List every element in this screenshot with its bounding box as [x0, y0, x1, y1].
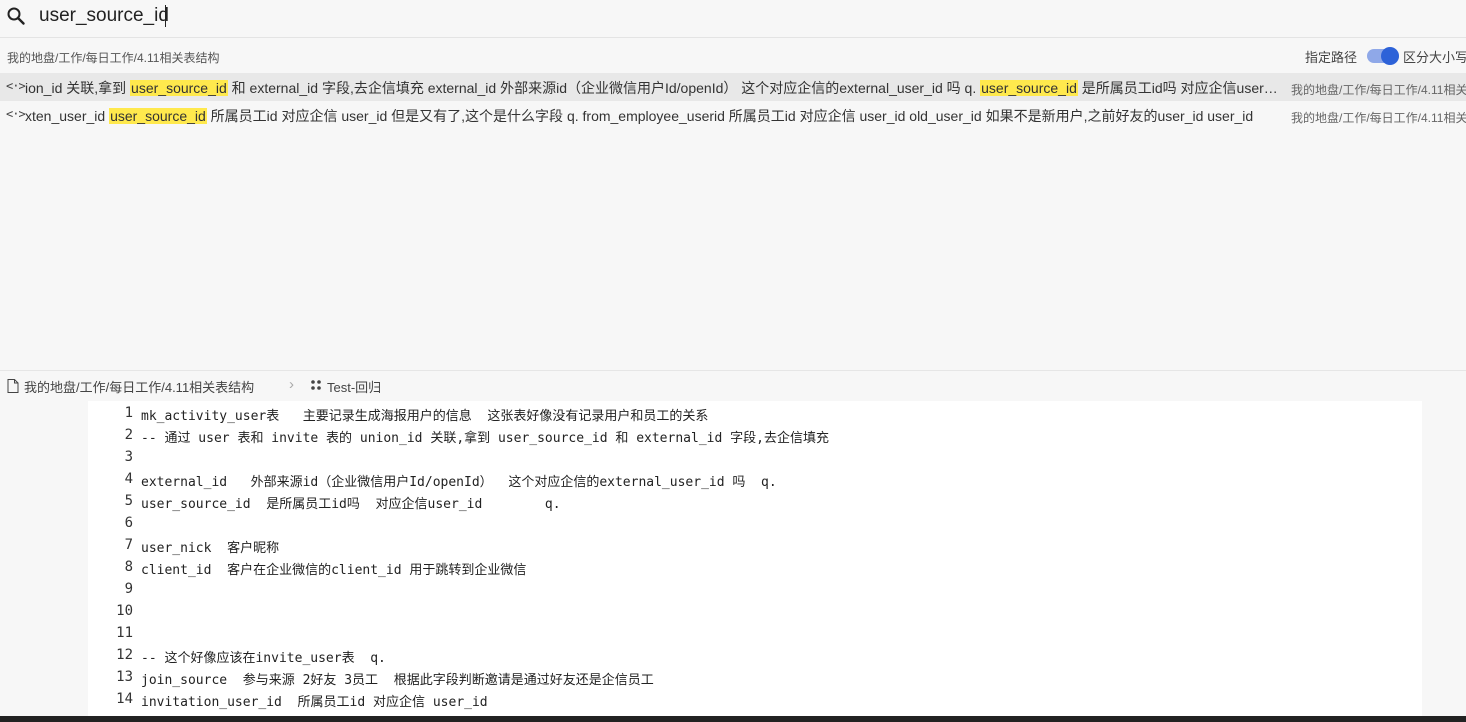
code-line: 11: [88, 621, 1422, 643]
toggle-knob: [1381, 47, 1400, 65]
line-number: 8: [124, 559, 133, 575]
search-results: <·> ion_id 关联,拿到 user_source_id 和 extern…: [0, 73, 1466, 129]
scope-path: 我的地盘/工作/每日工作/4.11相关表结构: [7, 51, 220, 65]
text-caret: [165, 5, 166, 27]
search-icon: [7, 7, 25, 25]
line-number: 10: [116, 603, 133, 619]
document-icon: [7, 379, 19, 393]
code-line: 4 external_id 外部来源id（企业微信用户Id/openId） 这个对…: [88, 467, 1422, 490]
line-number: 7: [124, 537, 133, 553]
case-sensitive-label[interactable]: 区分大小写: [1403, 47, 1466, 66]
line-text: join_source 参与来源 2好友 3员工 根据此字段判断邀请是通过好友还…: [141, 673, 654, 688]
search-input[interactable]: [39, 3, 639, 29]
line-text: invitation_user_id 所属员工id 对应企信 user_id: [141, 695, 488, 710]
code-link-icon: <·>: [6, 79, 26, 93]
code-line: 12 -- 这个好像应该在invite_user表 q.: [88, 643, 1422, 666]
result-snippet: xten_user_id user_source_id 所属员工id 对应企信 …: [25, 108, 1254, 124]
line-number: 4: [124, 471, 133, 487]
line-number: 3: [124, 449, 133, 465]
result-path: 我的地盘/工作/每日工作/4.11相关表结构: [1291, 111, 1466, 125]
code-preview: 1 mk_activity_user表 主要记录生成海报用户的信息 这张表好像没有…: [88, 401, 1422, 722]
line-number: 5: [124, 493, 133, 509]
line-number: 13: [116, 669, 133, 685]
search-scope-row: 我的地盘/工作/每日工作/4.11相关表结构 指定路径 区分大小写: [0, 38, 1466, 72]
breadcrumb-document[interactable]: 我的地盘/工作/每日工作/4.11相关表结构: [24, 377, 254, 396]
line-text: -- 这个好像应该在invite_user表 q.: [141, 651, 386, 666]
line-text: client_id 客户在企业微信的client_id 用于跳转到企业微信: [141, 563, 527, 578]
search-options: 指定路径 区分大小写: [1305, 47, 1466, 65]
specify-path-label: 指定路径: [1305, 49, 1358, 65]
code-line: 14 invitation_user_id 所属员工id 对应企信 user_id: [88, 687, 1422, 710]
specify-path-toggle[interactable]: [1367, 47, 1400, 65]
line-number: 11: [116, 625, 133, 641]
line-text: user_nick 客户昵称: [141, 541, 280, 556]
line-number: 12: [116, 647, 133, 663]
bottom-edge-bar: [0, 716, 1466, 722]
match-highlight: user_source_id: [980, 80, 1078, 96]
code-line: 13 join_source 参与来源 2好友 3员工 根据此字段判断邀请是通过好…: [88, 665, 1422, 688]
line-number: 1: [124, 405, 133, 421]
preview-breadcrumb: 我的地盘/工作/每日工作/4.11相关表结构 › Test-回归: [0, 370, 1466, 398]
result-path: 我的地盘/工作/每日工作/4.11相关表结构: [1291, 83, 1466, 97]
match-highlight: user_source_id: [130, 80, 228, 96]
breadcrumb-block[interactable]: Test-回归: [327, 377, 381, 396]
code-line: 3: [88, 445, 1422, 467]
chevron-right-icon: ›: [289, 376, 294, 393]
match-highlight: user_source_id: [109, 108, 207, 124]
code-line: 1 mk_activity_user表 主要记录生成海报用户的信息 这张表好像没有…: [88, 401, 1422, 424]
line-text: -- 通过 user 表和 invite 表的 union_id 关联,拿到 u…: [141, 431, 829, 446]
code-line: 10: [88, 599, 1422, 621]
line-number: 9: [124, 581, 133, 597]
line-text: mk_activity_user表 主要记录生成海报用户的信息 这张表好像没有记…: [141, 409, 709, 424]
code-line: 7 user_nick 客户昵称: [88, 533, 1422, 556]
code-line: 9: [88, 577, 1422, 599]
result-snippet: ion_id 关联,拿到 user_source_id 和 external_i…: [25, 80, 1280, 96]
line-text: external_id 外部来源id（企业微信用户Id/openId） 这个对应…: [141, 475, 777, 490]
search-app: 我的地盘/工作/每日工作/4.11相关表结构 指定路径 区分大小写 <·> io…: [0, 0, 1466, 722]
code-line: 2 -- 通过 user 表和 invite 表的 union_id 关联,拿到 …: [88, 423, 1422, 446]
search-result-row[interactable]: <·> xten_user_id user_source_id 所属员工id 对…: [0, 101, 1466, 129]
search-result-row[interactable]: <·> ion_id 关联,拿到 user_source_id 和 extern…: [0, 73, 1466, 101]
code-line: 8 client_id 客户在企业微信的client_id 用于跳转到企业微信: [88, 555, 1422, 578]
block-handle-icon: [311, 380, 321, 390]
code-link-icon: <·>: [6, 107, 26, 121]
search-bar: [0, 0, 1466, 38]
line-number: 6: [124, 515, 133, 531]
line-number: 2: [124, 427, 133, 443]
code-line: 6: [88, 511, 1422, 533]
line-number: 14: [116, 691, 133, 707]
code-line: 5 user_source_id 是所属员工id吗 对应企信user_id q.: [88, 489, 1422, 512]
line-text: user_source_id 是所属员工id吗 对应企信user_id q.: [141, 497, 561, 512]
